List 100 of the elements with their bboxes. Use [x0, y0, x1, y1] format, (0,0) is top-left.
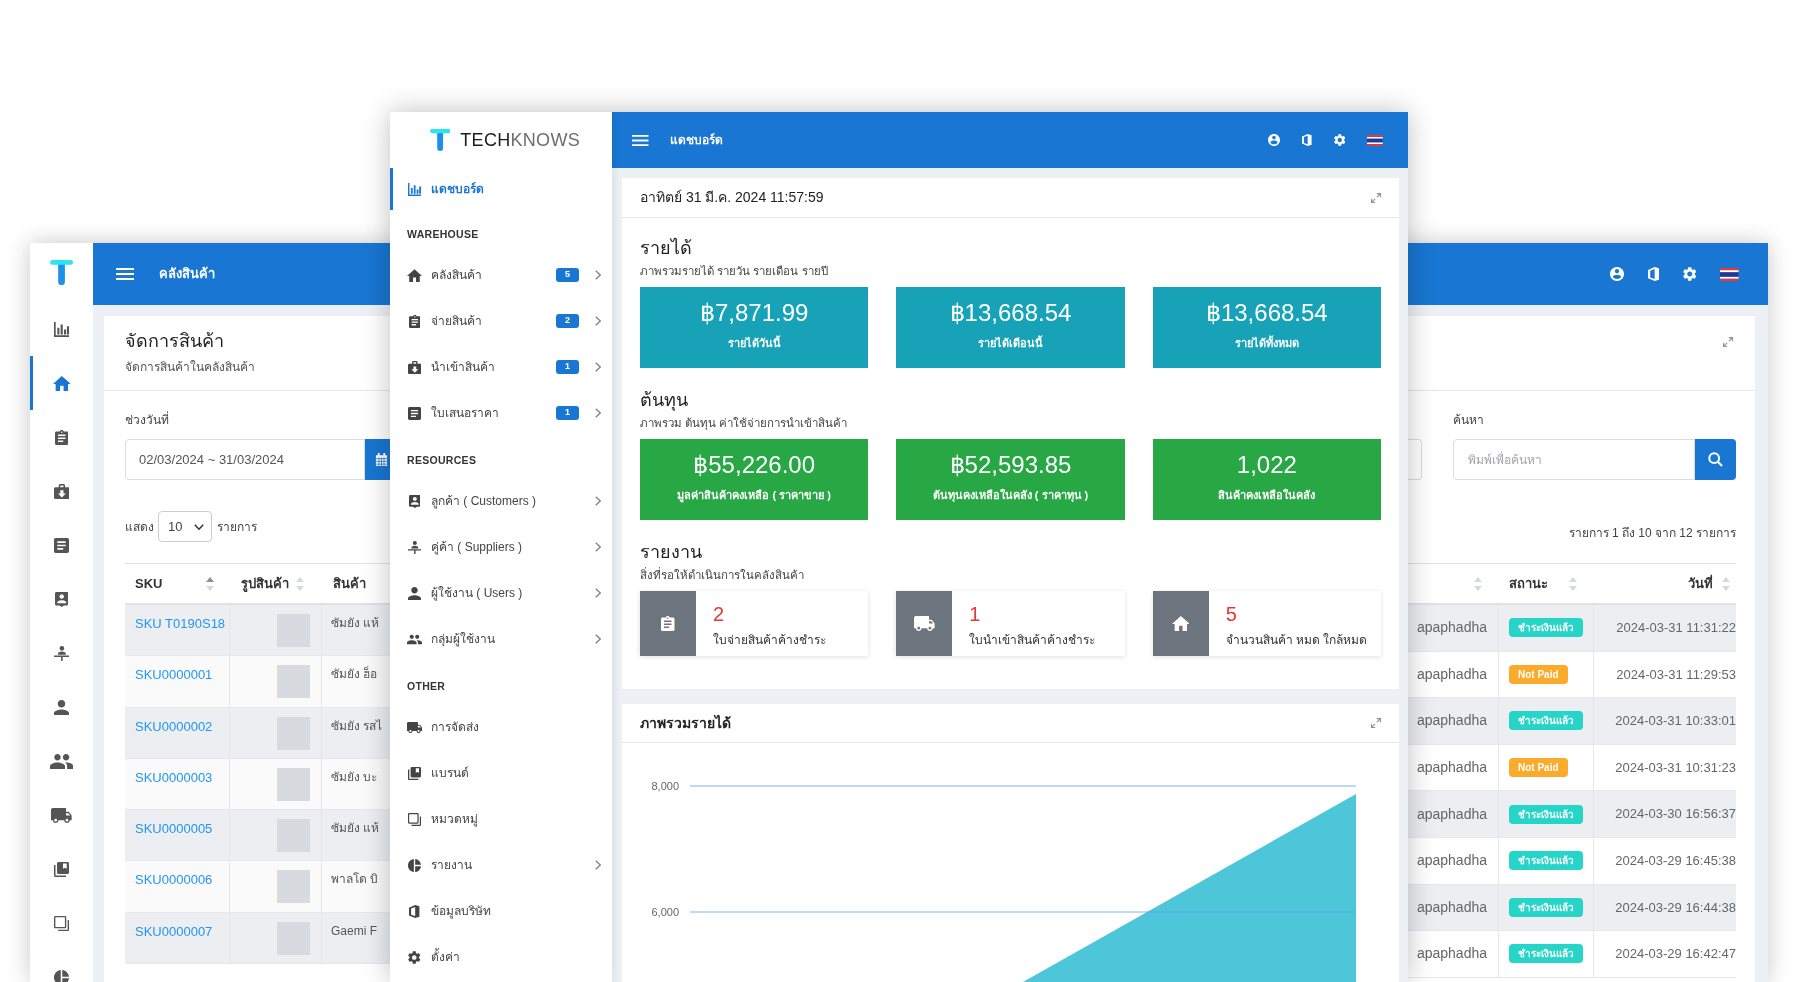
sort-icon[interactable]: [206, 576, 214, 591]
table-cell-text: ซัมยัง ฮ็อ: [330, 665, 379, 684]
home-icon: [52, 375, 71, 391]
expand-icon[interactable]: [1371, 192, 1381, 203]
photo-placeholder: [277, 767, 310, 801]
card-subtitle: จัดการสินค้าในคลังสินค้า: [125, 359, 255, 376]
stat-value: ฿13,668.54: [1205, 298, 1328, 328]
field-label: แสดง: [125, 518, 154, 536]
settings-icon[interactable]: [1333, 134, 1346, 146]
search-button[interactable]: [1695, 439, 1736, 480]
status-badge: ชำระเงินแล้ว: [1509, 804, 1583, 824]
stat-label: รายได้ทั้งหมด: [1234, 335, 1299, 351]
date-range-field[interactable]: 02/03/2024 ~ 31/03/2024: [125, 439, 365, 480]
table-cell-text: ซัมยัง บะ: [330, 768, 379, 786]
table-cell-text: ซัมยัง แห้: [330, 615, 381, 632]
expand-icon[interactable]: [1371, 718, 1381, 728]
status-badge: ชำระเงินแล้ว: [1509, 851, 1583, 871]
page-title: คลังสินค้า: [159, 265, 215, 284]
bar-chart-icon: [54, 321, 69, 337]
sidebar-item[interactable]: ลูกค้า ( Customers ): [390, 478, 612, 524]
sidebar-item[interactable]: แบรนด์: [390, 750, 612, 796]
photo-placeholder: [277, 870, 310, 904]
section-subtitle: ภาพรวม ต้นทุน ค่าใช้จ่ายการนำเข้าสินค้า: [640, 416, 848, 432]
table-cell-text: ซัมยัง แห้: [330, 820, 381, 838]
section-heading: OTHER: [407, 679, 447, 693]
sidebar-item[interactable]: นำเข้าสินค้า 1: [390, 344, 612, 390]
report-label: ใบนำเข้าสินค้าค้างชำระ: [969, 632, 1096, 649]
sidebar-item[interactable]: ตั้งค่า: [390, 934, 612, 980]
copy-icon: [408, 812, 421, 826]
flag-icon[interactable]: [1367, 134, 1383, 146]
table-cell-text: 2024-03-31 11:29:53: [1616, 665, 1736, 684]
calendar-icon: [375, 453, 388, 466]
clipboard-icon: [54, 429, 69, 445]
user-icon: [408, 586, 421, 600]
sidebar-item[interactable]: แดชบอร์ด: [390, 168, 612, 210]
page-size-select[interactable]: 10: [158, 511, 212, 542]
y-axis-label: 6,000: [651, 906, 679, 918]
input-field[interactable]: [1408, 439, 1422, 480]
expand-icon[interactable]: [1723, 337, 1733, 347]
section-heading: WAREHOUSE: [407, 227, 480, 241]
sidebar-item[interactable]: ใบเสนอราคา 1: [390, 390, 612, 436]
field-label: รายการ: [217, 518, 257, 536]
calendar-button[interactable]: [365, 439, 390, 480]
pie-chart-icon: [408, 858, 421, 872]
photo-placeholder: [277, 665, 310, 699]
count-text: 2: [713, 602, 725, 626]
status-badge: ชำระเงินแล้ว: [1509, 618, 1583, 638]
section-heading: RESOURCES: [407, 453, 478, 467]
brand-name: TECHKNOWS: [460, 129, 580, 151]
search-field[interactable]: พิมพ์เพื่อค้นหา: [1453, 439, 1695, 480]
section-title: รายได้: [640, 237, 692, 260]
sidebar-item[interactable]: ข้อมูลบริษัท: [390, 888, 612, 934]
books-icon: [54, 861, 69, 877]
column-header[interactable]: วันที่: [1688, 573, 1713, 594]
status-badge: Not Paid: [1509, 758, 1568, 778]
chevron-down-icon: [194, 523, 204, 530]
count-badge: 5: [556, 268, 579, 282]
column-header[interactable]: SKU: [135, 573, 163, 594]
door-icon[interactable]: [1302, 134, 1312, 146]
user-icon: [54, 699, 69, 715]
count-text: 1: [969, 602, 981, 626]
table-cell-text: apaphadha: [1416, 618, 1487, 638]
sidebar-item[interactable]: คลังสินค้า 5: [390, 252, 612, 298]
section-title: ต้นทุน: [640, 389, 688, 412]
count-text: 5: [1225, 602, 1237, 626]
field-label: ช่วงวันที่: [125, 411, 169, 429]
column-header[interactable]: สินค้า: [333, 573, 366, 594]
sidebar-item[interactable]: การจัดส่ง: [390, 704, 612, 750]
door-icon: [409, 904, 420, 918]
status-badge: Not Paid: [1509, 664, 1568, 684]
count-badge: 2: [556, 314, 579, 328]
briefcase-icon: [53, 483, 70, 499]
sidebar-item[interactable]: จ่ายสินค้า 2: [390, 298, 612, 344]
table-cell-text: 2024-03-31 10:31:23: [1615, 758, 1736, 777]
users-icon: [407, 632, 422, 646]
menu-icon[interactable]: [116, 268, 134, 280]
sidebar-item[interactable]: รายงาน: [390, 842, 612, 888]
table-cell-text: 2024-03-31 10:33:01: [1615, 712, 1736, 731]
settings-icon[interactable]: [1683, 267, 1697, 281]
document-icon: [408, 406, 421, 420]
pie-chart-icon: [54, 969, 69, 982]
table-cell-text: 2024-03-30 16:56:37: [1615, 805, 1736, 824]
sidebar-item[interactable]: คู่ค้า ( Suppliers ): [390, 524, 612, 570]
sidebar-item[interactable]: หมวดหมู่: [390, 796, 612, 842]
door-icon[interactable]: [1647, 267, 1659, 281]
table-cell-text: apaphadha: [1416, 897, 1487, 917]
sidebar-item[interactable]: กลุ่มผู้ใช้งาน: [390, 616, 612, 662]
menu-icon[interactable]: [632, 134, 649, 146]
sidebar-item[interactable]: ผู้ใช้งาน ( Users ): [390, 570, 612, 616]
users-icon: [49, 753, 74, 769]
date-time-text: อาทิตย์ 31 มี.ค. 2024 11:57:59: [640, 188, 824, 207]
truck-icon: [407, 720, 422, 734]
table-cell-text: 2024-03-29 16:45:38: [1615, 852, 1736, 870]
column-header[interactable]: รูปสินค้า: [241, 573, 289, 594]
column-header[interactable]: สถานะ: [1509, 573, 1548, 594]
clipboard-icon: [408, 314, 421, 328]
books-icon: [408, 766, 421, 780]
flag-icon[interactable]: [1720, 267, 1739, 281]
stat-value: ฿52,593.85: [949, 450, 1072, 480]
status-badge: ชำระเงินแล้ว: [1509, 711, 1583, 731]
